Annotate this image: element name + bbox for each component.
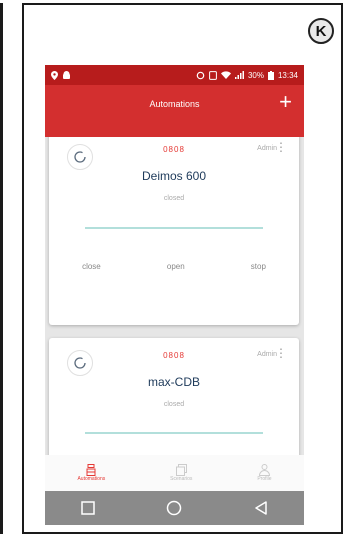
open-button[interactable]: open bbox=[167, 262, 185, 271]
action-buttons: close open stop bbox=[49, 262, 299, 271]
battery-percent: 30% bbox=[247, 70, 264, 80]
nav-item-profile[interactable]: Profile bbox=[257, 464, 272, 482]
nav-label: Profile bbox=[257, 476, 272, 482]
nav-item-automations[interactable]: Automations bbox=[77, 464, 105, 482]
device-state: closed bbox=[163, 195, 185, 202]
square-icon[interactable] bbox=[81, 501, 95, 515]
more-options-icon[interactable]: ⋮ bbox=[275, 141, 287, 153]
location-icon bbox=[51, 70, 58, 80]
left-border-rule bbox=[0, 3, 3, 534]
profile-icon bbox=[258, 464, 270, 476]
wifi-icon bbox=[220, 71, 231, 79]
automation-card[interactable]: 0808 Admin ⋮ Deimos 600 closed close ope… bbox=[49, 137, 299, 325]
back-triangle-icon[interactable] bbox=[254, 501, 268, 515]
nav-label: Scenarios bbox=[170, 476, 193, 482]
scenarios-icon bbox=[175, 464, 187, 476]
bottom-navigation: Automations Scenarios Profile bbox=[45, 455, 304, 491]
circle-icon[interactable] bbox=[166, 500, 182, 516]
status-progress-bar bbox=[85, 227, 263, 229]
corner-label: K bbox=[308, 18, 334, 44]
status-time: 13:34 bbox=[277, 70, 298, 80]
status-bar: 30% 13:34 bbox=[45, 65, 304, 85]
nav-label: Automations bbox=[77, 476, 106, 482]
automation-card[interactable]: 0808 Admin ⋮ max-CDB closed bbox=[49, 338, 299, 455]
close-button[interactable]: close bbox=[82, 262, 101, 271]
signal-icon bbox=[234, 71, 244, 79]
nfc-icon bbox=[209, 70, 217, 80]
nav-item-scenarios[interactable]: Scenarios bbox=[170, 464, 192, 482]
device-name: max-CDB bbox=[147, 375, 200, 389]
battery-icon bbox=[267, 70, 274, 80]
phone-screen: 30% 13:34 Automations + 0808 Admin ⋮ Dei… bbox=[45, 65, 304, 525]
automation-icon bbox=[86, 464, 96, 476]
page-title: Automations bbox=[149, 99, 200, 109]
app-bar: Automations + bbox=[45, 85, 304, 137]
device-state: closed bbox=[163, 401, 185, 408]
more-options-icon[interactable]: ⋮ bbox=[275, 347, 287, 359]
sync-icon bbox=[196, 71, 205, 79]
automation-list[interactable]: 0808 Admin ⋮ Deimos 600 closed close ope… bbox=[45, 137, 304, 455]
stop-button[interactable]: stop bbox=[251, 262, 266, 271]
system-navigation-bar bbox=[45, 491, 304, 525]
android-icon bbox=[63, 70, 70, 79]
device-name: Deimos 600 bbox=[141, 169, 207, 183]
status-progress-bar bbox=[85, 432, 263, 434]
add-automation-button[interactable]: + bbox=[279, 91, 292, 113]
